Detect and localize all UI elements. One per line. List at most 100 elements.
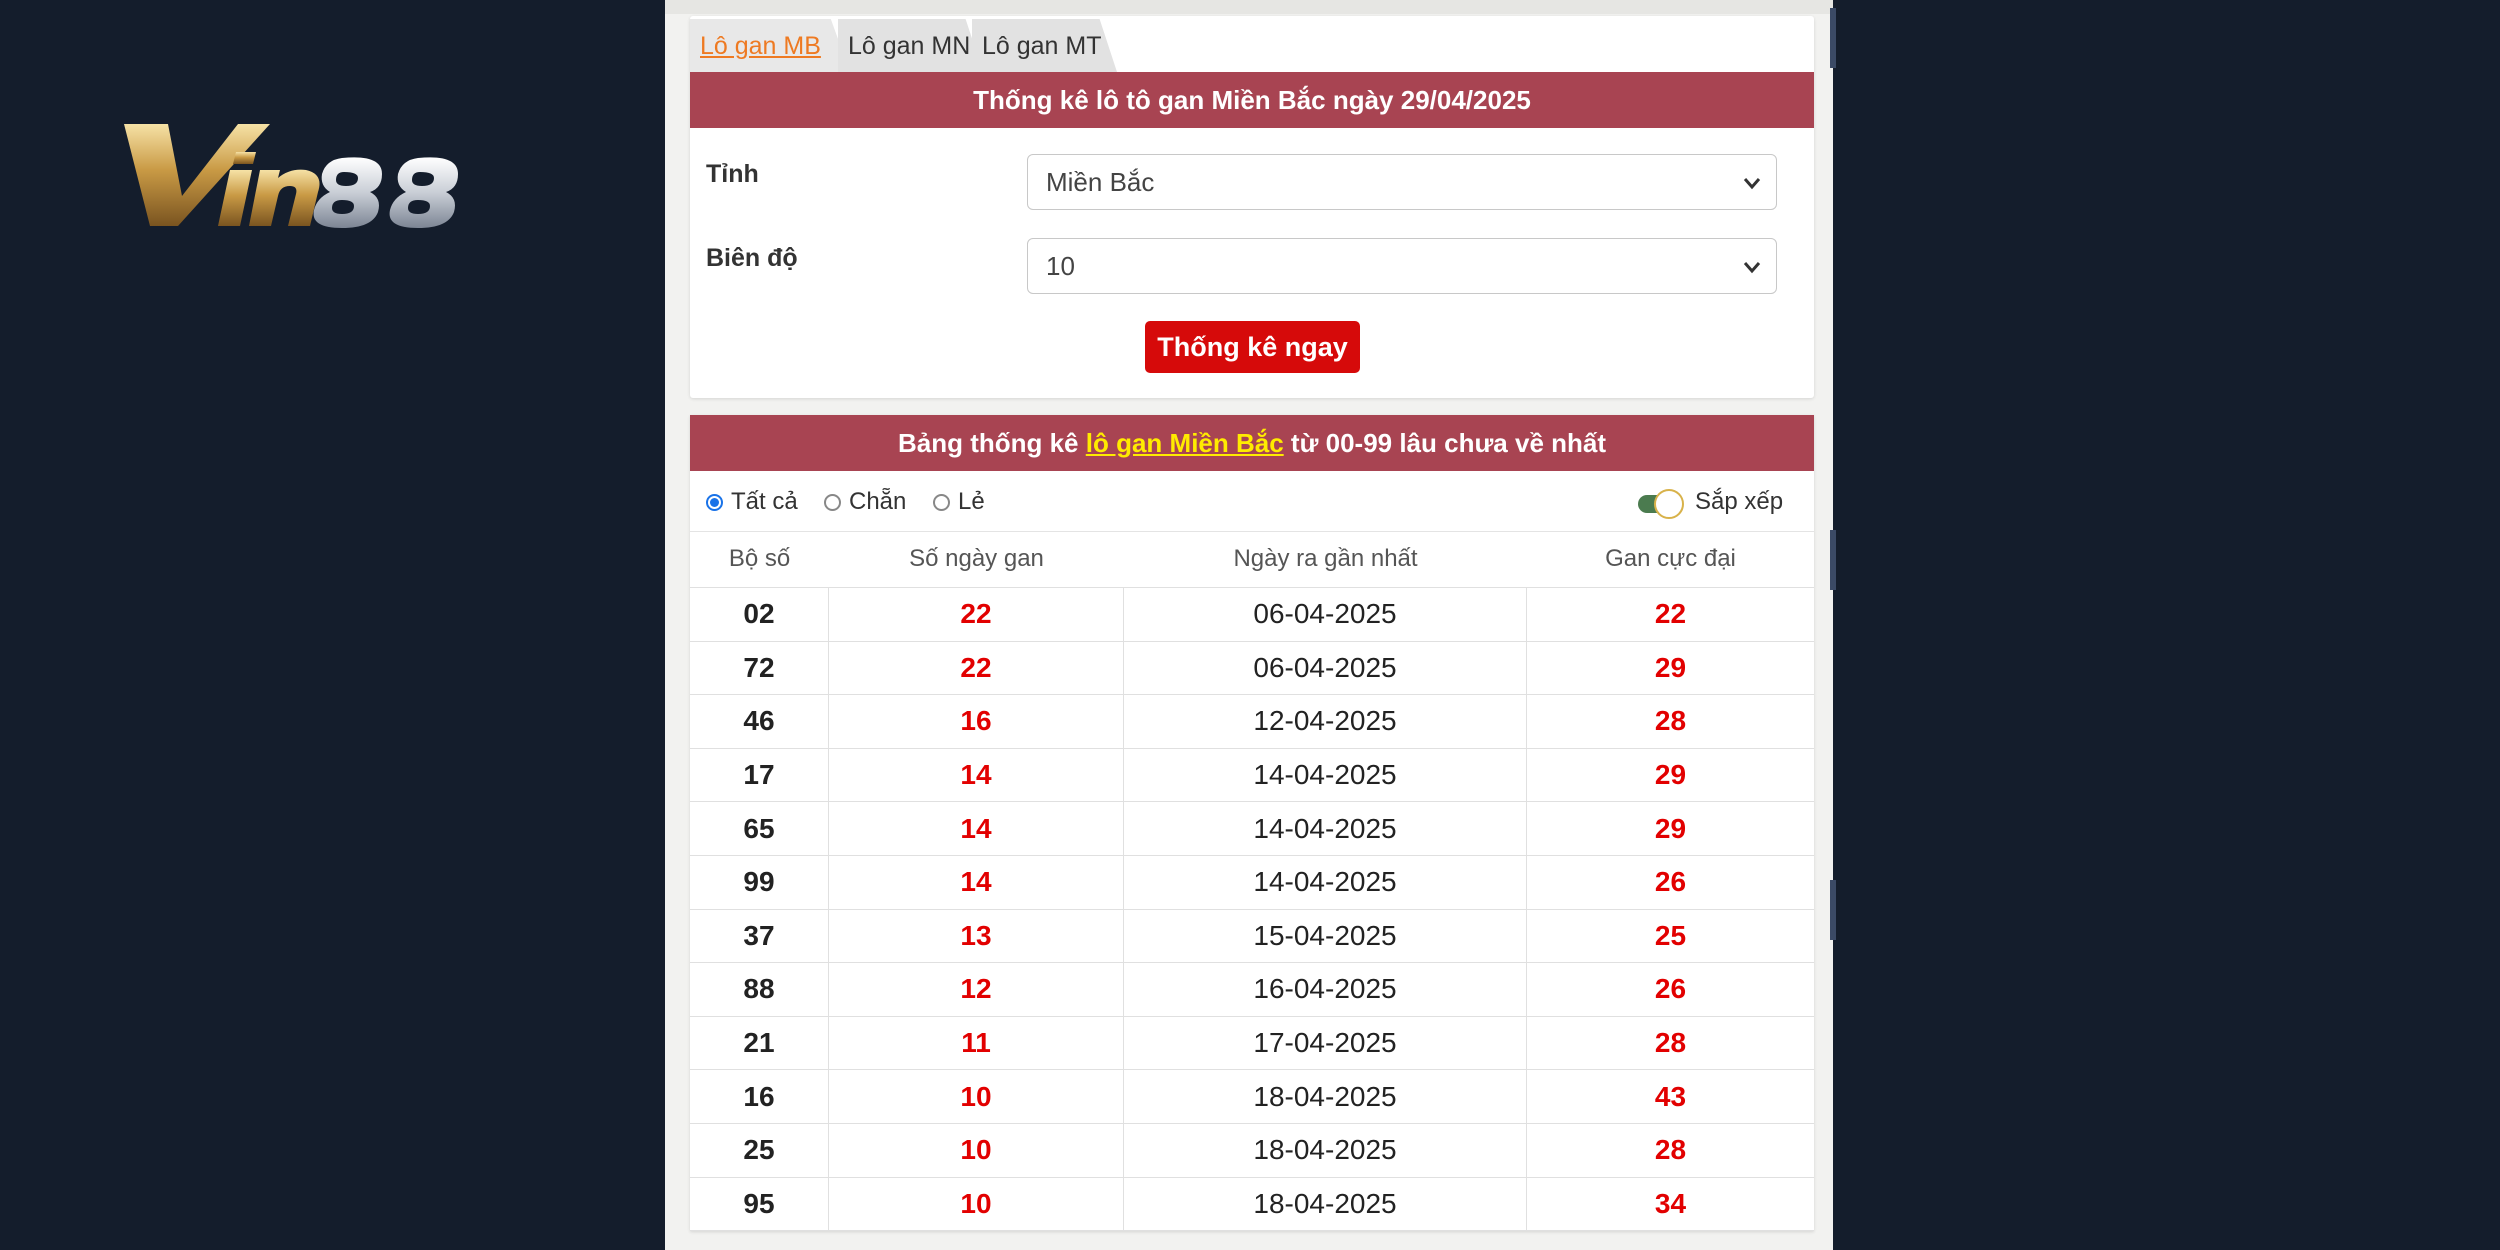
cell-max-gan: 22 [1654, 598, 1687, 630]
toggle-knob [1654, 489, 1684, 519]
cell-last-date: 15-04-2025 [1124, 909, 1527, 963]
cell-number: 02 [690, 588, 829, 641]
cell-number: 16 [690, 1070, 829, 1123]
cell-max-gan: 29 [1654, 651, 1687, 683]
cell-number: 17 [690, 748, 829, 802]
cell-max-gan: 25 [1654, 919, 1687, 951]
cell-days: 13 [829, 909, 1124, 963]
range-value: 10 [1046, 251, 1075, 281]
cell-days: 14 [829, 855, 1124, 909]
results-card: Bảng thống kê lô gan Miền Bắc từ 00-99 l… [690, 415, 1814, 1232]
cell-last-date: 18-04-2025 [1124, 1177, 1527, 1231]
cell-days: 11 [829, 1016, 1124, 1070]
table-row: 46 16 12-04-2025 28 [690, 695, 1814, 749]
province-label: Tỉnh [706, 160, 759, 188]
chevron-down-icon [1743, 178, 1761, 190]
results-title-link[interactable]: lô gan Miền Bắc [1086, 428, 1284, 458]
cell-days: 10 [829, 1177, 1124, 1231]
cell-days: 22 [829, 641, 1124, 695]
results-title-suffix: từ 00-99 lâu chưa về nhất [1290, 428, 1607, 458]
filter-all-radio[interactable]: Tất cả [706, 489, 798, 515]
table-row: 37 13 15-04-2025 25 [690, 909, 1814, 964]
cell-max-gan: 26 [1654, 866, 1687, 898]
column-header-days: Số ngày gan [909, 545, 1044, 572]
chevron-down-icon [1743, 262, 1761, 274]
submit-stats-button[interactable]: Thống kê ngay [1145, 321, 1360, 373]
cell-number: 37 [690, 909, 829, 963]
table-row: 88 12 16-04-2025 26 [690, 963, 1814, 1017]
cell-number: 88 [690, 963, 829, 1016]
stats-form-card: Lô gan MB Lô gan MN Lô gan MT Thống kê l… [690, 16, 1814, 398]
table-row: 25 10 18-04-2025 28 [690, 1123, 1814, 1178]
cell-days: 14 [829, 802, 1124, 855]
cell-max-gan: 28 [1654, 1027, 1687, 1059]
cell-days: 10 [829, 1123, 1124, 1177]
table-header: Bộ số Số ngày gan Ngày ra gần nhất Gan c… [690, 531, 1814, 588]
cell-number: 99 [690, 855, 829, 909]
cell-last-date: 14-04-2025 [1124, 802, 1527, 855]
filter-even-radio[interactable]: Chẵn [824, 489, 906, 515]
cell-max-gan: 29 [1654, 812, 1687, 844]
table-row: 17 14 14-04-2025 29 [690, 748, 1814, 803]
filter-all-label: Tất cả [731, 488, 798, 515]
cell-days: 16 [829, 695, 1124, 748]
lo-gan-table: Bộ số Số ngày gan Ngày ra gần nhất Gan c… [690, 531, 1814, 1232]
cell-days: 10 [829, 1070, 1124, 1123]
cell-max-gan: 26 [1654, 973, 1687, 1005]
edge-marker [1830, 530, 1836, 590]
cell-last-date: 12-04-2025 [1124, 695, 1527, 748]
radio-icon [933, 494, 950, 511]
form-title: Thống kê lô tô gan Miền Bắc ngày 29/04/2… [690, 72, 1814, 128]
column-header-last-date: Ngày ra gần nhất [1233, 545, 1418, 572]
cell-last-date: 17-04-2025 [1124, 1016, 1527, 1070]
radio-icon [706, 494, 723, 511]
tab-bar: Lô gan MB Lô gan MN Lô gan MT [690, 16, 1814, 72]
cell-max-gan: 43 [1654, 1080, 1687, 1112]
table-row: 65 14 14-04-2025 29 [690, 802, 1814, 856]
table-row: 02 22 06-04-2025 22 [690, 588, 1814, 642]
province-value: Miền Bắc [1046, 167, 1155, 197]
filter-even-label: Chẵn [849, 488, 907, 515]
range-select[interactable]: 10 [1027, 238, 1777, 294]
cell-number: 95 [690, 1177, 829, 1231]
cell-days: 14 [829, 748, 1124, 802]
tab-lo-gan-mt[interactable]: Lô gan MT [972, 19, 1117, 72]
cell-max-gan: 34 [1654, 1187, 1687, 1219]
filter-bar: Tất cả Chẵn Lẻ Sắp xếp [690, 471, 1814, 532]
tab-lo-gan-mn[interactable]: Lô gan MN [838, 19, 983, 72]
column-header-max-gan: Gan cực đại [1605, 545, 1736, 572]
cell-max-gan: 28 [1654, 705, 1687, 737]
results-title: Bảng thống kê lô gan Miền Bắc từ 00-99 l… [690, 415, 1814, 471]
cell-number: 21 [690, 1016, 829, 1070]
results-title-prefix: Bảng thống kê [897, 428, 1079, 458]
province-select[interactable]: Miền Bắc [1027, 154, 1777, 210]
edge-marker [1830, 880, 1836, 940]
panel-top-strip [665, 0, 1833, 14]
cell-last-date: 18-04-2025 [1124, 1123, 1527, 1177]
cell-last-date: 06-04-2025 [1124, 641, 1527, 695]
table-row: 16 10 18-04-2025 43 [690, 1070, 1814, 1124]
cell-number: 65 [690, 802, 829, 855]
vin88-logo [124, 124, 458, 228]
cell-days: 22 [829, 588, 1124, 641]
radio-icon [824, 494, 841, 511]
tab-lo-gan-mb[interactable]: Lô gan MB [690, 19, 850, 72]
cell-last-date: 14-04-2025 [1124, 748, 1527, 802]
table-row: 95 10 18-04-2025 34 [690, 1177, 1814, 1232]
cell-last-date: 06-04-2025 [1124, 588, 1527, 641]
sort-toggle[interactable] [1638, 489, 1686, 519]
cell-number: 25 [690, 1123, 829, 1177]
range-label: Biên độ [706, 244, 798, 272]
table-row: 72 22 06-04-2025 29 [690, 641, 1814, 696]
cell-last-date: 14-04-2025 [1124, 855, 1527, 909]
filter-odd-radio[interactable]: Lẻ [933, 489, 985, 515]
cell-max-gan: 29 [1654, 759, 1687, 791]
edge-marker [1830, 8, 1836, 68]
cell-days: 12 [829, 963, 1124, 1016]
cell-number: 46 [690, 695, 829, 748]
cell-last-date: 18-04-2025 [1124, 1070, 1527, 1123]
cell-last-date: 16-04-2025 [1124, 963, 1527, 1016]
table-row: 21 11 17-04-2025 28 [690, 1016, 1814, 1071]
filter-odd-label: Lẻ [958, 488, 985, 515]
cell-number: 72 [690, 641, 829, 695]
